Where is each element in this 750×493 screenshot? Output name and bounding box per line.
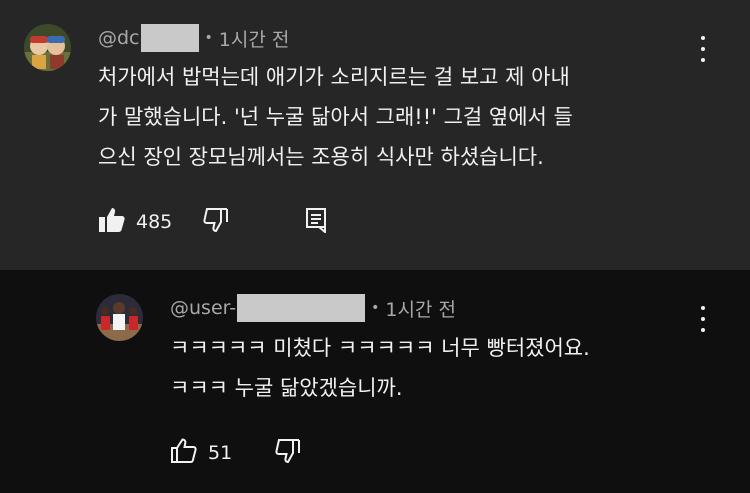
timestamp[interactable]: 1시간 전 xyxy=(385,295,456,322)
author-handle[interactable]: @user- xyxy=(170,297,236,319)
redaction-block xyxy=(140,24,199,52)
comment-actions: 51 xyxy=(170,437,302,469)
author-handle[interactable]: @dc xyxy=(98,27,140,49)
separator-dot: • xyxy=(204,30,213,46)
reply-comment: @user- • 1시간 전 ㅋㅋㅋㅋㅋ 미쳤다 ㅋㅋㅋㅋㅋ 너무 빵터졌어요.… xyxy=(0,270,750,493)
avatar-image xyxy=(24,24,71,71)
separator-dot: • xyxy=(371,300,380,316)
comment-header: @dc • 1시간 전 xyxy=(98,23,289,53)
redaction-block xyxy=(237,294,366,322)
comment-header: @user- • 1시간 전 xyxy=(170,293,456,323)
thumbs-up-filled-icon[interactable] xyxy=(98,206,126,238)
avatar[interactable] xyxy=(96,294,143,341)
comment-line: 처가에서 밥먹는데 애기가 소리지르는 걸 보고 제 아내 xyxy=(98,65,570,89)
comment-line: ㅋㅋㅋㅋㅋ 미쳤다 ㅋㅋㅋㅋㅋ 너무 빵터졌어요. xyxy=(170,336,590,360)
thumbs-down-icon[interactable] xyxy=(274,437,302,469)
comment-text: 처가에서 밥먹는데 애기가 소리지르는 걸 보고 제 아내 가 말했습니다. '… xyxy=(98,57,573,177)
kebab-menu-icon[interactable] xyxy=(700,306,706,332)
like-count: 485 xyxy=(136,211,173,233)
like-count: 51 xyxy=(208,442,233,464)
main-comment: @dc • 1시간 전 처가에서 밥먹는데 애기가 소리지르는 걸 보고 제 아… xyxy=(0,0,750,270)
thumbs-down-icon[interactable] xyxy=(202,206,230,238)
comment-line: ㅋㅋㅋ 누굴 닮았겠습니까. xyxy=(170,376,403,400)
comment-line: 으신 장인 장모님께서는 조용히 식사만 하셨습니다. xyxy=(98,145,544,169)
kebab-menu-icon[interactable] xyxy=(700,36,706,62)
comment-icon[interactable] xyxy=(305,207,329,237)
timestamp[interactable]: 1시간 전 xyxy=(219,25,290,52)
avatar-image xyxy=(96,294,143,341)
comment-text: ㅋㅋㅋㅋㅋ 미쳤다 ㅋㅋㅋㅋㅋ 너무 빵터졌어요. ㅋㅋㅋ 누굴 닮았겠습니까. xyxy=(170,328,590,408)
thumbs-up-outline-icon[interactable] xyxy=(170,437,198,469)
comment-actions: 485 xyxy=(98,206,329,238)
avatar[interactable] xyxy=(24,24,71,71)
comment-line: 가 말했습니다. '넌 누굴 닮아서 그래!!' 그걸 옆에서 들 xyxy=(98,105,573,129)
